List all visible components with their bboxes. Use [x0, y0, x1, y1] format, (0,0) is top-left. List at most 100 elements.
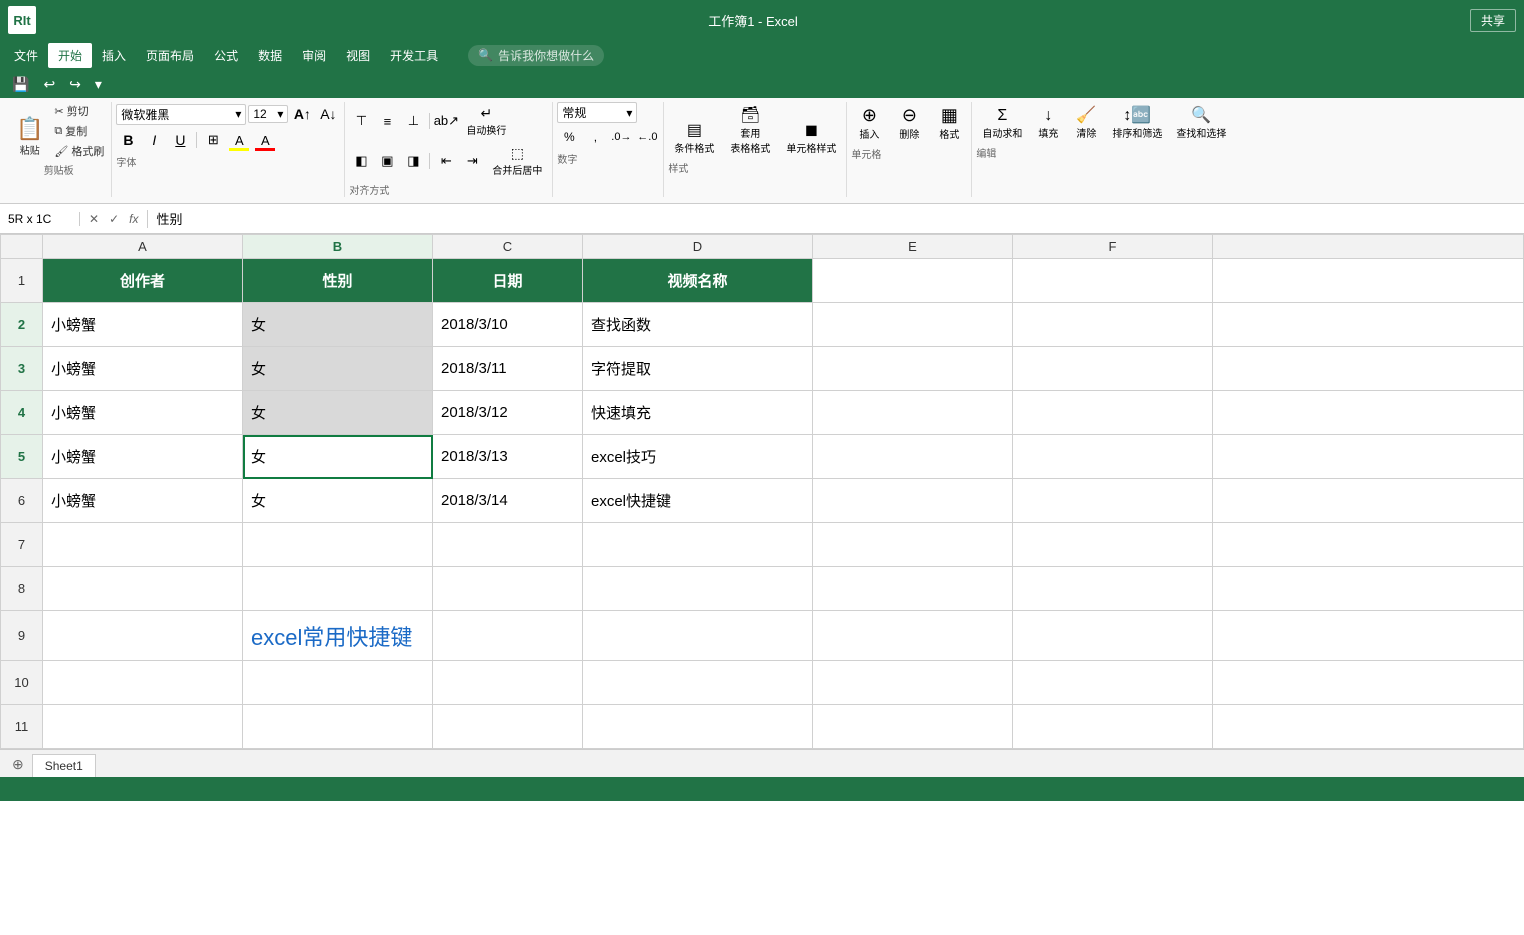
cut-button[interactable]: ✂ 剪切 — [51, 102, 107, 120]
clear-button[interactable]: 🧹 清除 — [1068, 102, 1104, 143]
format-painter-button[interactable]: 🖌 格式刷 — [51, 142, 107, 160]
col-header-F[interactable]: F — [1013, 235, 1213, 259]
align-bot-btn[interactable]: ⊥ — [401, 109, 425, 133]
bold-button[interactable]: B — [116, 128, 140, 152]
menu-dev[interactable]: 开发工具 — [380, 43, 448, 68]
row-header-1[interactable]: 1 — [1, 259, 43, 303]
cell-C9[interactable] — [433, 611, 583, 661]
cell-D11[interactable] — [583, 705, 813, 749]
cell-D1[interactable]: 视频名称 — [583, 259, 813, 303]
autosum-button[interactable]: Σ 自动求和 — [976, 104, 1028, 143]
insert-function-btn[interactable]: fx — [126, 210, 141, 228]
cell-C10[interactable] — [433, 661, 583, 705]
insert-cells-button[interactable]: ⊕ 插入 — [851, 102, 887, 144]
cell-B5[interactable]: 女 — [243, 435, 433, 479]
save-quick-btn[interactable]: 💾 — [8, 74, 33, 95]
confirm-formula-btn[interactable]: ✓ — [106, 210, 122, 228]
row-header-3[interactable]: 3 — [1, 347, 43, 391]
redo-btn[interactable]: ↪ — [65, 74, 85, 95]
cell-C11[interactable] — [433, 705, 583, 749]
quick-access-dropdown[interactable]: ▾ — [91, 74, 106, 95]
font-color-button[interactable]: A — [253, 128, 277, 152]
row-header-6[interactable]: 6 — [1, 479, 43, 523]
delete-cells-button[interactable]: ⊖ 删除 — [891, 102, 927, 144]
row-header-8[interactable]: 8 — [1, 567, 43, 611]
cell-F4[interactable] — [1013, 391, 1213, 435]
wrap-text-button[interactable]: ↵ 自动换行 — [460, 102, 512, 140]
col-header-B[interactable]: B — [243, 235, 433, 259]
menu-review[interactable]: 审阅 — [292, 43, 336, 68]
cell-B2[interactable]: 女 — [243, 303, 433, 347]
copy-button[interactable]: ⧉ 复制 — [51, 122, 107, 140]
cell-F1[interactable] — [1013, 259, 1213, 303]
align-left-btn[interactable]: ◧ — [349, 149, 373, 173]
cell-A3[interactable]: 小螃蟹 — [43, 347, 243, 391]
cell-D5[interactable]: excel技巧 — [583, 435, 813, 479]
fill-color-button[interactable]: A — [227, 128, 251, 152]
font-decrease-btn[interactable]: A↓ — [316, 102, 340, 126]
cell-E10[interactable] — [813, 661, 1013, 705]
menu-formula[interactable]: 公式 — [204, 43, 248, 68]
cell-A2[interactable]: 小螃蟹 — [43, 303, 243, 347]
row-header-7[interactable]: 7 — [1, 523, 43, 567]
menu-insert[interactable]: 插入 — [92, 43, 136, 68]
row-header-2[interactable]: 2 — [1, 303, 43, 347]
align-right-btn[interactable]: ◨ — [401, 149, 425, 173]
col-header-E[interactable]: E — [813, 235, 1013, 259]
cell-B4[interactable]: 女 — [243, 391, 433, 435]
cancel-formula-btn[interactable]: ✕ — [86, 210, 102, 228]
cell-C6[interactable]: 2018/3/14 — [433, 479, 583, 523]
cell-A10[interactable] — [43, 661, 243, 705]
cell-A5[interactable]: 小螃蟹 — [43, 435, 243, 479]
cell-E8[interactable] — [813, 567, 1013, 611]
font-size-selector[interactable]: 12▾ — [248, 105, 288, 123]
paste-button[interactable]: 📋 粘贴 — [10, 113, 49, 160]
font-increase-btn[interactable]: A↑ — [290, 102, 314, 126]
cell-A4[interactable]: 小螃蟹 — [43, 391, 243, 435]
cell-E4[interactable] — [813, 391, 1013, 435]
cell-C5[interactable]: 2018/3/13 — [433, 435, 583, 479]
cell-F2[interactable] — [1013, 303, 1213, 347]
italic-button[interactable]: I — [142, 128, 166, 152]
cell-D3[interactable]: 字符提取 — [583, 347, 813, 391]
cell-B9[interactable]: excel常用快捷键 — [243, 611, 433, 661]
align-mid-btn[interactable]: ≡ — [375, 109, 399, 133]
cell-C4[interactable]: 2018/3/12 — [433, 391, 583, 435]
cell-D9[interactable] — [583, 611, 813, 661]
row-header-4[interactable]: 4 — [1, 391, 43, 435]
menu-search[interactable]: 🔍 告诉我你想做什么 — [468, 45, 604, 66]
cell-F6[interactable] — [1013, 479, 1213, 523]
conditional-format-button[interactable]: ▤ 条件格式 — [668, 117, 720, 158]
cell-style-button[interactable]: ◼ 单元格样式 — [780, 117, 842, 158]
sort-button[interactable]: ↕🔤 排序和筛选 — [1106, 102, 1168, 143]
find-button[interactable]: 🔍 查找和选择 — [1170, 102, 1232, 143]
menu-view[interactable]: 视图 — [336, 43, 380, 68]
add-sheet-button[interactable]: ⊕ — [4, 752, 32, 777]
share-button[interactable]: 共享 — [1470, 9, 1516, 32]
cell-F5[interactable] — [1013, 435, 1213, 479]
cell-C3[interactable]: 2018/3/11 — [433, 347, 583, 391]
format-cells-button[interactable]: ▦ 格式 — [931, 102, 967, 144]
decrease-decimal-btn[interactable]: ←.0 — [635, 125, 659, 149]
menu-layout[interactable]: 页面布局 — [136, 43, 204, 68]
increase-decimal-btn[interactable]: .0→ — [609, 125, 633, 149]
cell-F10[interactable] — [1013, 661, 1213, 705]
cell-D10[interactable] — [583, 661, 813, 705]
cell-A7[interactable] — [43, 523, 243, 567]
col-header-A[interactable]: A — [43, 235, 243, 259]
cell-F9[interactable] — [1013, 611, 1213, 661]
row-header-11[interactable]: 11 — [1, 705, 43, 749]
menu-home[interactable]: 开始 — [48, 43, 92, 68]
cell-B3[interactable]: 女 — [243, 347, 433, 391]
cell-D2[interactable]: 查找函数 — [583, 303, 813, 347]
menu-data[interactable]: 数据 — [248, 43, 292, 68]
cell-F11[interactable] — [1013, 705, 1213, 749]
cell-C1[interactable]: 日期 — [433, 259, 583, 303]
col-header-C[interactable]: C — [433, 235, 583, 259]
sheet-tab-1[interactable]: Sheet1 — [32, 754, 96, 777]
align-center-btn[interactable]: ▣ — [375, 149, 399, 173]
cell-F8[interactable] — [1013, 567, 1213, 611]
formula-input[interactable]: 性别 — [148, 209, 1524, 228]
cell-B7[interactable] — [243, 523, 433, 567]
row-header-5[interactable]: 5 — [1, 435, 43, 479]
